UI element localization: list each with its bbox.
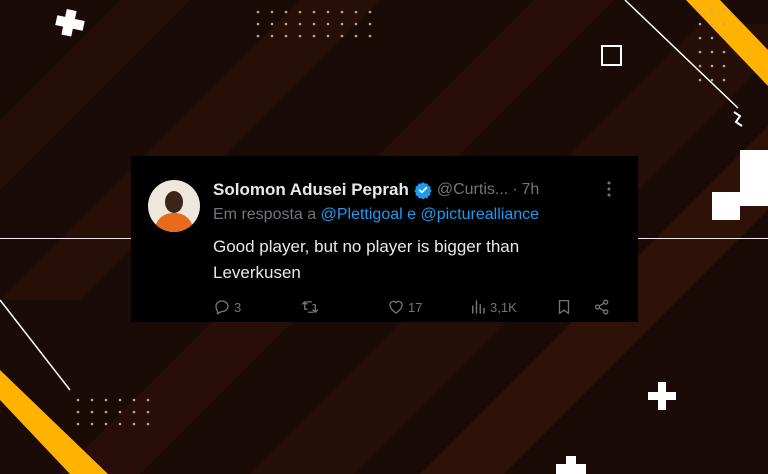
divider-line-right: [638, 238, 768, 239]
avatar[interactable]: [148, 180, 200, 232]
mention-link-2[interactable]: @picturealliance: [420, 206, 539, 223]
like-icon: [389, 300, 403, 314]
tweet-text-line-2: Leverkusen: [213, 263, 301, 282]
tweet-time[interactable]: 7h: [522, 181, 540, 199]
views-icon: [472, 300, 485, 314]
reply-count: 3: [234, 299, 242, 315]
bookmark-icon: [558, 299, 570, 315]
retweet-button[interactable]: [301, 298, 319, 316]
more-icon[interactable]: [600, 180, 618, 198]
reply-context: Em resposta a @Plettigoal e @picturealli…: [213, 206, 539, 224]
share-button[interactable]: [593, 298, 611, 316]
tweet-header: Solomon Adusei Peprah @Curtis... · 7h: [213, 178, 622, 202]
reply-icon: [215, 300, 229, 315]
separator-dot: ·: [512, 181, 518, 198]
reply-joiner: e: [407, 206, 417, 223]
bookmark-button[interactable]: [555, 298, 573, 316]
tweet-text-line-1: Good player, but no player is bigger tha…: [213, 237, 520, 256]
share-icon: [594, 299, 609, 315]
like-count: 17: [408, 299, 423, 315]
reply-prefix: Em resposta a: [213, 206, 317, 223]
author-handle[interactable]: @Curtis...: [437, 181, 508, 199]
retweet-icon: [301, 301, 319, 313]
reply-button[interactable]: 3: [213, 298, 241, 316]
divider-line-left: [0, 238, 131, 239]
author-name[interactable]: Solomon Adusei Peprah: [213, 180, 409, 200]
tweet-actions: 3 17 3,1K: [213, 298, 612, 318]
views-button[interactable]: 3,1K: [469, 298, 517, 316]
like-button[interactable]: 17: [387, 298, 422, 316]
views-count: 3,1K: [490, 299, 517, 315]
mention-link-1[interactable]: @Plettigoal: [321, 206, 403, 223]
verified-badge-icon: [414, 182, 432, 199]
tweet-card[interactable]: Solomon Adusei Peprah @Curtis... · 7h Em…: [131, 156, 638, 322]
tweet-text: Good player, but no player is bigger tha…: [213, 234, 613, 286]
